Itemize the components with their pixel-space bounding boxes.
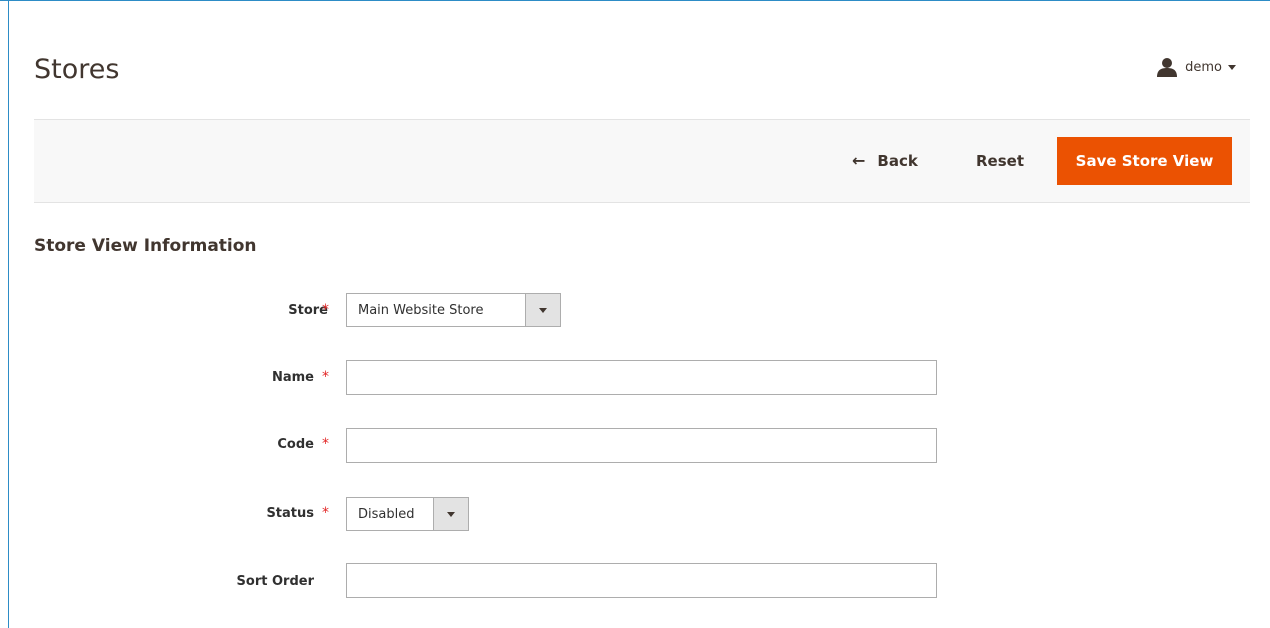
required-marker: *	[322, 302, 329, 318]
code-input[interactable]	[346, 428, 937, 463]
user-menu[interactable]: demo	[1157, 56, 1236, 78]
back-button[interactable]: ← Back	[852, 152, 918, 170]
user-icon	[1157, 57, 1178, 77]
page-actions-bar: ← Back Reset Save Store View	[34, 119, 1250, 203]
save-store-view-button[interactable]: Save Store View	[1057, 137, 1232, 185]
page-title: Stores	[34, 54, 120, 85]
status-label: Status	[266, 506, 314, 521]
code-label: Code	[277, 437, 314, 452]
section-title: Store View Information	[34, 236, 257, 256]
status-select-value: Disabled	[358, 506, 415, 522]
back-button-label: Back	[877, 152, 918, 170]
window-frame-left	[8, 0, 9, 628]
required-marker: *	[322, 505, 329, 521]
name-input[interactable]	[346, 360, 937, 395]
reset-button[interactable]: Reset	[976, 152, 1024, 170]
sort-order-input[interactable]	[346, 563, 937, 598]
sort-order-label: Sort Order	[236, 574, 314, 589]
chevron-down-icon	[1228, 64, 1236, 70]
required-marker: *	[322, 436, 329, 452]
arrow-left-icon: ←	[852, 151, 866, 170]
store-select-value: Main Website Store	[358, 302, 484, 318]
name-label: Name	[271, 370, 314, 385]
status-select[interactable]: Disabled	[346, 497, 469, 531]
store-select[interactable]: Main Website Store	[346, 293, 561, 327]
window-frame-top	[0, 0, 1270, 1]
chevron-down-icon	[433, 498, 468, 530]
chevron-down-icon	[525, 294, 560, 326]
user-name: demo	[1185, 59, 1222, 75]
required-marker: *	[322, 369, 329, 385]
store-label: Store	[288, 303, 328, 318]
